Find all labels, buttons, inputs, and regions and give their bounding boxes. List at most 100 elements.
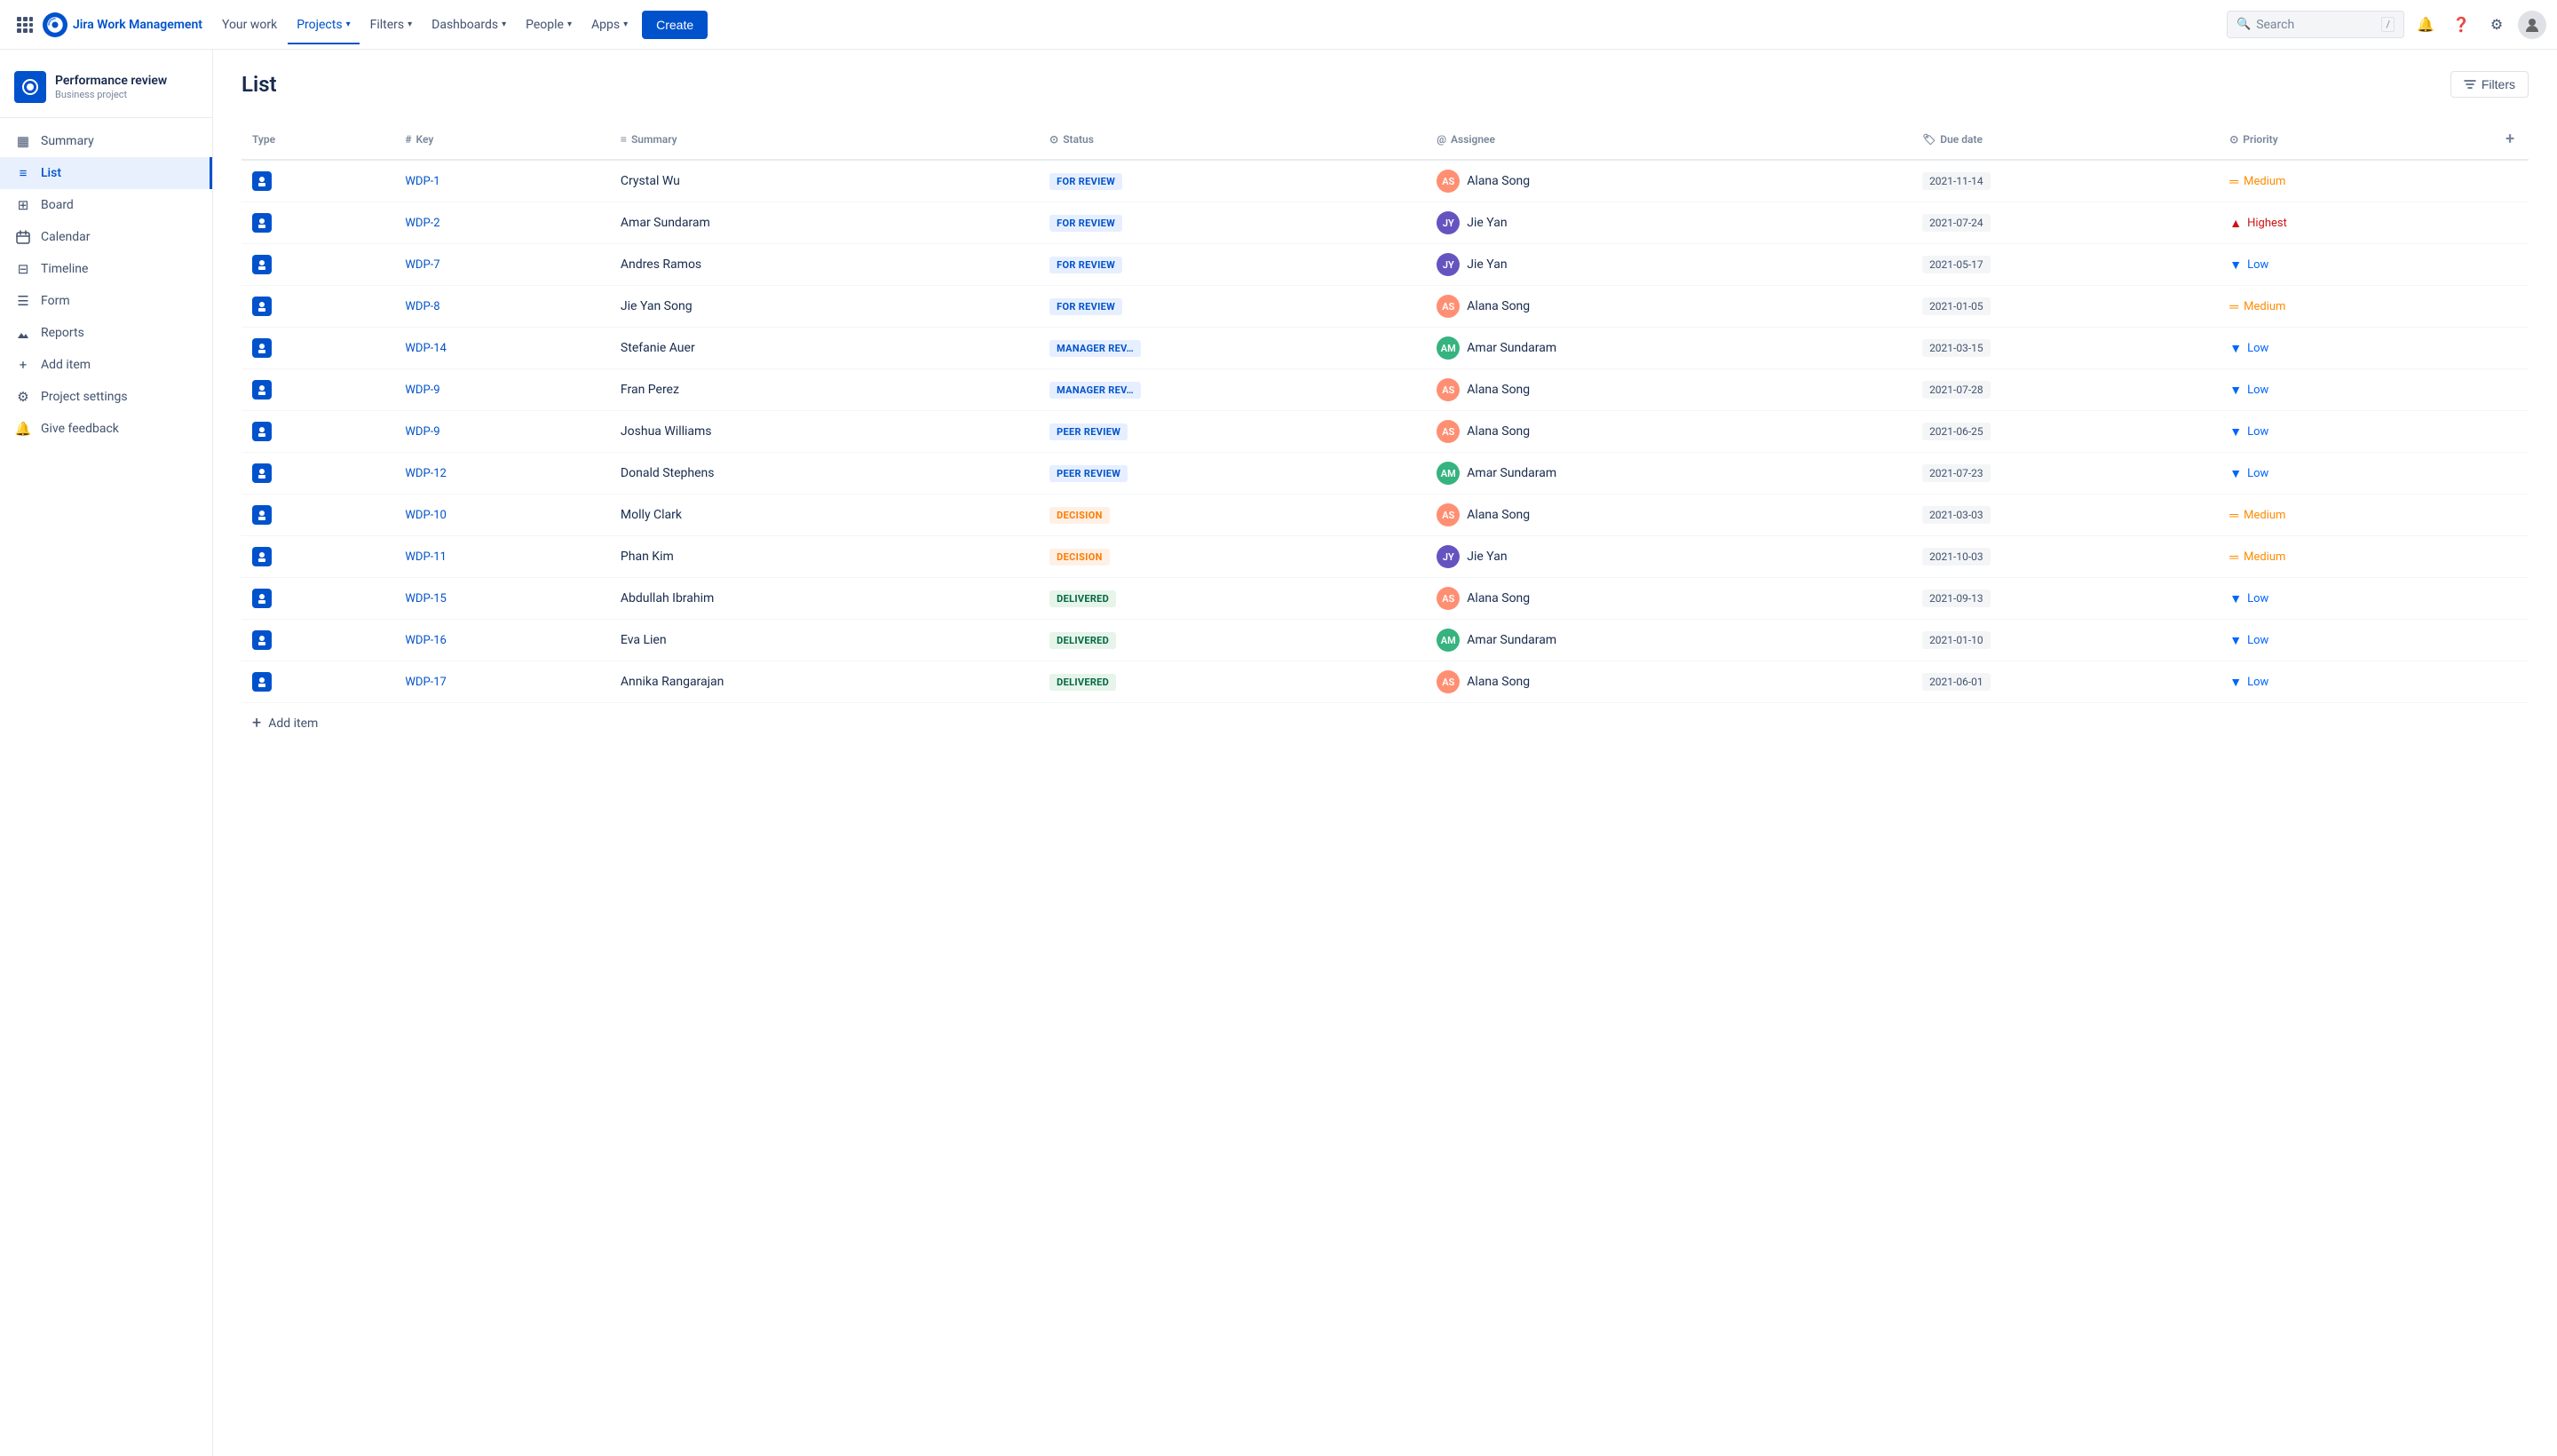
status-badge[interactable]: PEER REVIEW <box>1049 423 1128 440</box>
issue-key-link[interactable]: WDP-11 <box>405 550 446 564</box>
status-cell[interactable]: DELIVERED <box>1039 620 1426 661</box>
status-badge[interactable]: DECISION <box>1049 549 1110 566</box>
status-badge[interactable]: DELIVERED <box>1049 632 1116 649</box>
status-cell[interactable]: MANAGER REV… <box>1039 328 1426 369</box>
status-cell[interactable]: FOR REVIEW <box>1039 244 1426 286</box>
settings-icon[interactable]: ⚙ <box>2482 11 2511 39</box>
status-badge[interactable]: DECISION <box>1049 507 1110 524</box>
help-icon[interactable]: ❓ <box>2447 11 2475 39</box>
issue-key-link[interactable]: WDP-8 <box>405 300 439 313</box>
nav-your-work[interactable]: Your work <box>213 12 286 37</box>
table-row[interactable]: WDP-14 Stefanie Auer MANAGER REV… AM Ama… <box>241 328 2529 369</box>
issue-key-link[interactable]: WDP-14 <box>405 342 446 355</box>
table-row[interactable]: WDP-1 Crystal Wu FOR REVIEW AS Alana Son… <box>241 160 2529 202</box>
nav-dashboards[interactable]: Dashboards ▾ <box>423 12 515 37</box>
summary-cell[interactable]: Abdullah Ibrahim <box>610 578 1039 620</box>
summary-cell[interactable]: Fran Perez <box>610 369 1039 411</box>
summary-cell[interactable]: Joshua Williams <box>610 411 1039 453</box>
priority-info: ▼ Low <box>2229 424 2518 439</box>
search-placeholder: Search <box>2256 18 2376 32</box>
status-cell[interactable]: DECISION <box>1039 495 1426 536</box>
table-row[interactable]: WDP-17 Annika Rangarajan DELIVERED AS Al… <box>241 661 2529 703</box>
sidebar-item-list[interactable]: ≡ List <box>0 157 212 189</box>
status-cell[interactable]: FOR REVIEW <box>1039 202 1426 244</box>
dashboards-chevron: ▾ <box>502 20 506 29</box>
table-row[interactable]: WDP-2 Amar Sundaram FOR REVIEW JY Jie Ya… <box>241 202 2529 244</box>
table-row[interactable]: WDP-12 Donald Stephens PEER REVIEW AM Am… <box>241 453 2529 495</box>
user-avatar[interactable] <box>2518 11 2546 39</box>
assignee-name: Alana Song <box>1467 591 1530 605</box>
status-badge[interactable]: FOR REVIEW <box>1049 257 1122 273</box>
nav-projects[interactable]: Projects ▾ <box>288 12 359 37</box>
table-row[interactable]: WDP-15 Abdullah Ibrahim DELIVERED AS Ala… <box>241 578 2529 620</box>
summary-cell[interactable]: Andres Ramos <box>610 244 1039 286</box>
summary-cell[interactable]: Jie Yan Song <box>610 286 1039 328</box>
summary-cell[interactable]: Amar Sundaram <box>610 202 1039 244</box>
status-badge[interactable]: DELIVERED <box>1049 590 1116 607</box>
grid-icon[interactable] <box>11 11 39 39</box>
sidebar-item-give-feedback[interactable]: 🔔 Give feedback <box>0 413 212 445</box>
table-row[interactable]: WDP-8 Jie Yan Song FOR REVIEW AS Alana S… <box>241 286 2529 328</box>
create-button[interactable]: Create <box>642 11 708 39</box>
issue-key-link[interactable]: WDP-7 <box>405 258 439 272</box>
search-box[interactable]: 🔍 Search / <box>2227 11 2404 38</box>
table-row[interactable]: WDP-10 Molly Clark DECISION AS Alana Son… <box>241 495 2529 536</box>
issue-key-link[interactable]: WDP-17 <box>405 676 446 689</box>
status-badge[interactable]: FOR REVIEW <box>1049 298 1122 315</box>
status-cell[interactable]: DECISION <box>1039 536 1426 578</box>
add-column-button[interactable]: + <box>2502 126 2518 152</box>
status-badge[interactable]: DELIVERED <box>1049 674 1116 691</box>
sidebar-item-timeline[interactable]: ⊟ Timeline <box>0 253 212 285</box>
summary-cell[interactable]: Molly Clark <box>610 495 1039 536</box>
notifications-icon[interactable]: 🔔 <box>2411 11 2440 39</box>
sidebar-item-project-settings[interactable]: ⚙ Project settings <box>0 381 212 413</box>
status-cell[interactable]: FOR REVIEW <box>1039 286 1426 328</box>
nav-apps[interactable]: Apps ▾ <box>582 12 637 37</box>
due-date-badge: 2021-07-28 <box>1922 381 1991 399</box>
type-cell <box>241 578 394 620</box>
table-row[interactable]: WDP-11 Phan Kim DECISION JY Jie Yan 2021… <box>241 536 2529 578</box>
issue-key-link[interactable]: WDP-16 <box>405 634 446 647</box>
summary-cell[interactable]: Annika Rangarajan <box>610 661 1039 703</box>
status-badge[interactable]: MANAGER REV… <box>1049 340 1141 357</box>
status-badge[interactable]: PEER REVIEW <box>1049 465 1128 482</box>
summary-cell[interactable]: Crystal Wu <box>610 160 1039 202</box>
status-badge[interactable]: FOR REVIEW <box>1049 215 1122 232</box>
issue-key-link[interactable]: WDP-12 <box>405 467 446 480</box>
sidebar-item-summary[interactable]: ▦ Summary <box>0 125 212 157</box>
table-row[interactable]: WDP-7 Andres Ramos FOR REVIEW JY Jie Yan… <box>241 244 2529 286</box>
issue-key-link[interactable]: WDP-2 <box>405 217 439 230</box>
issue-key-link[interactable]: WDP-9 <box>405 384 439 397</box>
status-cell[interactable]: PEER REVIEW <box>1039 453 1426 495</box>
sidebar-item-calendar[interactable]: Calendar <box>0 221 212 253</box>
sidebar-item-board[interactable]: ⊞ Board <box>0 189 212 221</box>
issue-key-link[interactable]: WDP-1 <box>405 175 439 188</box>
sidebar-item-reports[interactable]: Reports <box>0 317 212 349</box>
type-icon <box>252 297 272 316</box>
priority-label: Low <box>2247 634 2268 647</box>
status-badge[interactable]: MANAGER REV… <box>1049 382 1141 399</box>
summary-cell[interactable]: Stefanie Auer <box>610 328 1039 369</box>
nav-people[interactable]: People ▾ <box>517 12 581 37</box>
status-cell[interactable]: DELIVERED <box>1039 578 1426 620</box>
sidebar-item-form[interactable]: ☰ Form <box>0 285 212 317</box>
app-logo[interactable]: Jira Work Management <box>43 12 202 37</box>
status-cell[interactable]: DELIVERED <box>1039 661 1426 703</box>
table-row[interactable]: WDP-9 Joshua Williams PEER REVIEW AS Ala… <box>241 411 2529 453</box>
issue-key-link[interactable]: WDP-9 <box>405 425 439 439</box>
summary-cell[interactable]: Donald Stephens <box>610 453 1039 495</box>
summary-cell[interactable]: Phan Kim <box>610 536 1039 578</box>
table-row[interactable]: WDP-9 Fran Perez MANAGER REV… AS Alana S… <box>241 369 2529 411</box>
status-cell[interactable]: PEER REVIEW <box>1039 411 1426 453</box>
sidebar-item-add-item[interactable]: + Add item <box>0 349 212 381</box>
issue-key-link[interactable]: WDP-10 <box>405 509 446 522</box>
nav-filters[interactable]: Filters ▾ <box>361 12 422 37</box>
status-cell[interactable]: FOR REVIEW <box>1039 160 1426 202</box>
add-item-row[interactable]: + Add item <box>241 703 2529 743</box>
table-row[interactable]: WDP-16 Eva Lien DELIVERED AM Amar Sundar… <box>241 620 2529 661</box>
status-cell[interactable]: MANAGER REV… <box>1039 369 1426 411</box>
issue-key-link[interactable]: WDP-15 <box>405 592 446 605</box>
summary-cell[interactable]: Eva Lien <box>610 620 1039 661</box>
status-badge[interactable]: FOR REVIEW <box>1049 173 1122 190</box>
filters-button[interactable]: Filters <box>2450 71 2529 98</box>
